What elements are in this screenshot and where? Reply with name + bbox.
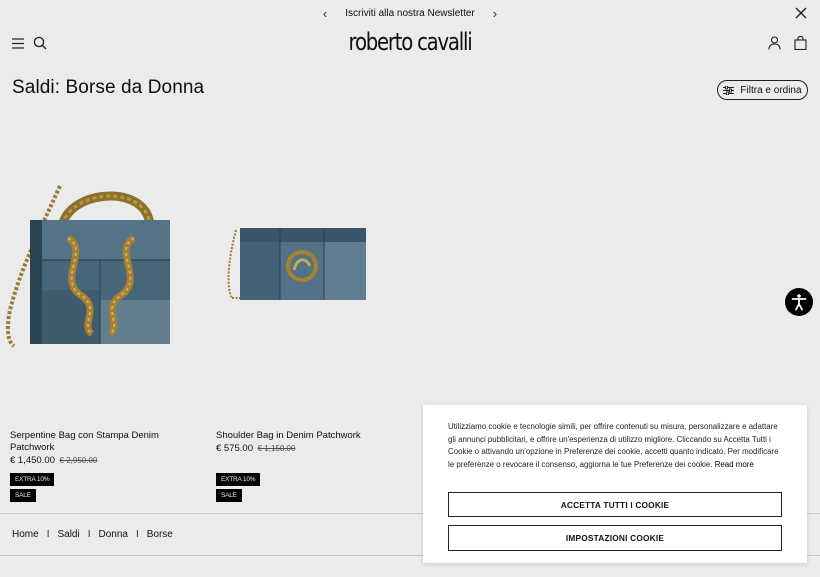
cookie-banner: Utilizziamo cookie e tecnologie simili, … [423, 405, 807, 563]
extra-discount-badge: EXTRA 10% [216, 473, 261, 486]
site-header: roberto cavalli [0, 26, 820, 62]
sale-badge: SALE [10, 489, 36, 502]
product-old-price: € 1,150.00 [257, 444, 296, 453]
cookie-read-more-link[interactable]: Read more [715, 460, 754, 469]
breadcrumb-borse[interactable]: Borse [147, 529, 173, 540]
announcement-prev-button[interactable]: ‹ [305, 6, 345, 21]
breadcrumb-saldi[interactable]: Saldi [57, 529, 79, 540]
product-price: € 1,450.00 [10, 455, 55, 466]
product-price: € 575.00 [216, 443, 253, 454]
bag-icon[interactable] [794, 36, 807, 50]
filter-sort-button[interactable]: Filtra e ordina [717, 80, 808, 100]
cookie-settings-button[interactable]: IMPOSTAZIONI COOKIE [448, 525, 782, 551]
accept-all-cookies-button[interactable]: ACCETTA TUTTI I COOKIE [448, 492, 782, 517]
announcement-next-button[interactable]: › [475, 6, 515, 21]
product-image[interactable] [0, 120, 196, 418]
product-name[interactable]: Serpentine Bag con Stampa Denim Patchwor… [10, 430, 180, 453]
breadcrumb-separator: I [135, 529, 139, 540]
product-name[interactable]: Shoulder Bag in Denim Patchwork [216, 430, 386, 442]
menu-icon[interactable] [12, 38, 24, 49]
product-price-row: € 1,450.00 € 2,950.00 [10, 455, 97, 466]
cookie-text-block: Utilizziamo cookie e tecnologie simili, … [448, 421, 786, 472]
accessibility-icon [791, 294, 807, 311]
breadcrumb-separator: I [87, 529, 91, 540]
breadcrumb-donna[interactable]: Donna [99, 529, 128, 540]
breadcrumb: Home I Saldi I Donna I Borse [12, 529, 173, 540]
breadcrumb-home[interactable]: Home [12, 529, 39, 540]
announcement-bar: ‹ Iscriviti alla nostra Newsletter › [0, 0, 820, 26]
search-icon[interactable] [33, 36, 47, 50]
extra-discount-badge: EXTRA 10% [10, 473, 55, 486]
user-icon[interactable] [768, 36, 781, 50]
sliders-icon [723, 85, 735, 95]
product-image[interactable] [206, 120, 402, 418]
breadcrumb-separator: I [46, 529, 50, 540]
product-old-price: € 2,950.00 [59, 456, 98, 465]
product-price-row: € 575.00 € 1,150.00 [216, 443, 295, 454]
newsletter-link[interactable]: Iscriviti alla nostra Newsletter [345, 8, 474, 19]
filter-sort-label: Filtra e ordina [740, 84, 802, 96]
brand-logo[interactable]: roberto cavalli [74, 28, 746, 56]
page-title: Saldi: Borse da Donna [12, 77, 205, 98]
sale-badge: SALE [216, 489, 242, 502]
product-card[interactable]: Shoulder Bag in Denim Patchwork € 575.00… [206, 120, 402, 502]
accessibility-button[interactable] [785, 288, 813, 316]
close-icon[interactable] [794, 6, 808, 20]
product-card[interactable]: Serpentine Bag con Stampa Denim Patchwor… [0, 120, 196, 502]
